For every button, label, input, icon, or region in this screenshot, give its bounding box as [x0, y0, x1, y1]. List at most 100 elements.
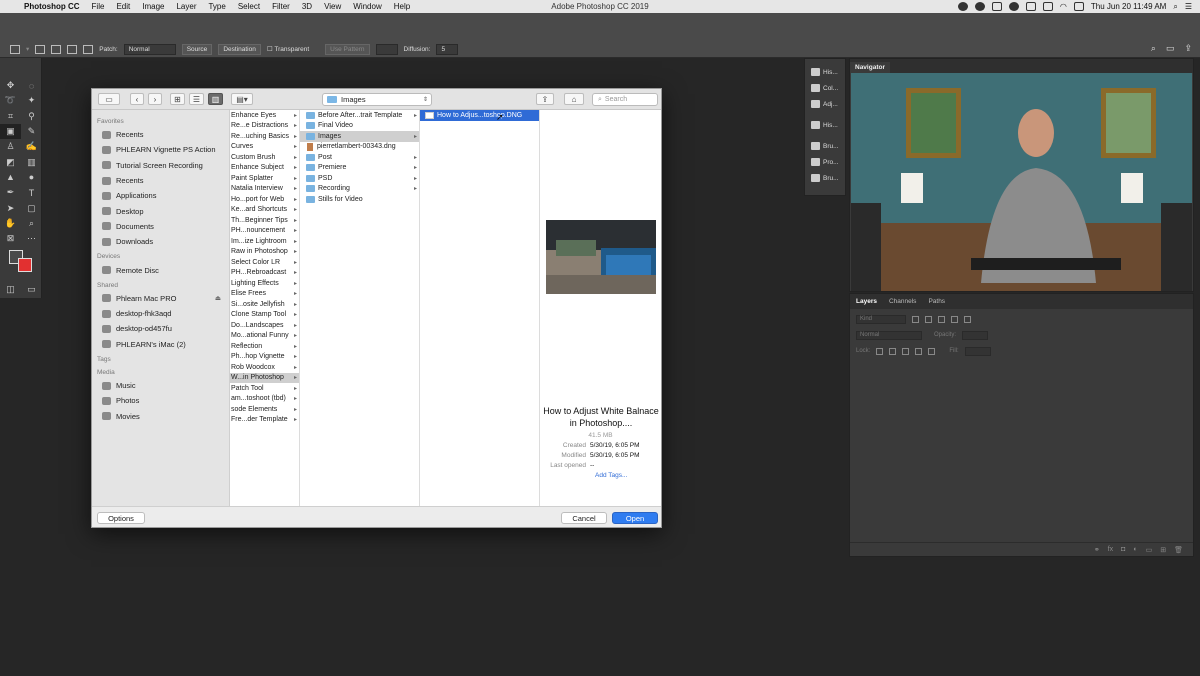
blend-mode-select[interactable]: Normal [856, 330, 922, 340]
file-row[interactable]: pierretlambert-00343.dng [300, 142, 419, 153]
patch-mode-select[interactable]: Normal [123, 43, 176, 55]
fill-field[interactable] [964, 346, 991, 356]
folder-row[interactable]: Re...uching Basics ▸ [230, 131, 299, 142]
move-tool-icon[interactable]: ✥ [0, 78, 21, 93]
spotlight-icon[interactable]: ⌕ [1173, 2, 1177, 12]
lasso-tool-icon[interactable]: ➰ [0, 93, 21, 108]
menu-image[interactable]: Image [136, 2, 170, 11]
folder-row[interactable]: am...toshoot (tbd) ▸ [230, 394, 299, 405]
tool-preset-icon[interactable] [10, 44, 20, 54]
filter-pixel-icon[interactable] [912, 315, 919, 323]
new-group-icon[interactable]: ▭ [1146, 546, 1153, 554]
search-icon[interactable]: ⌕ [1151, 43, 1156, 54]
use-pattern-button[interactable]: Use Pattern [325, 43, 370, 55]
quick-mask-icon[interactable]: ◫ [0, 282, 21, 297]
folder-row[interactable]: PSD ▸ [300, 173, 419, 184]
folder-row[interactable]: Stills for Video [300, 194, 419, 205]
dock-item-brush[interactable]: Bru... [805, 138, 845, 154]
dodge-tool-icon[interactable]: ● [21, 170, 42, 185]
folder-row[interactable]: Elise Frees ▸ [230, 289, 299, 300]
folder-row[interactable]: Before After...trait Template ▸ [300, 110, 419, 121]
menu-view[interactable]: View [318, 2, 347, 11]
type-tool-icon[interactable]: T [21, 185, 42, 200]
folder-row[interactable]: Post ▸ [300, 152, 419, 163]
folder-row[interactable]: Ke...ard Shortcuts ▸ [230, 205, 299, 216]
tab-navigator[interactable]: Navigator [850, 62, 890, 73]
eject-icon[interactable]: ⏏ [215, 294, 221, 302]
link-layers-icon[interactable]: ⚭ [1094, 546, 1100, 554]
layer-style-icon[interactable]: fx [1108, 546, 1113, 553]
folder-row[interactable]: Enhance Eyes ▸ [230, 110, 299, 121]
sidebar-item-recents-2[interactable]: Recents [92, 173, 229, 188]
folder-row[interactable]: Clone Stamp Tool ▸ [230, 310, 299, 321]
menu-filter[interactable]: Filter [266, 2, 296, 11]
adjustment-layer-icon[interactable]: ◐ [1133, 546, 1137, 553]
share-icon[interactable]: ⇪ [1184, 43, 1192, 54]
folder-row[interactable]: Custom Brush ▸ [230, 152, 299, 163]
zoom-tool-icon[interactable]: ⌕ [21, 216, 42, 231]
clock[interactable]: Thu Jun 20 11:49 AM [1091, 2, 1166, 11]
selection-add-icon[interactable] [51, 44, 62, 54]
tab-channels[interactable]: Channels [889, 298, 916, 305]
selection-new-icon[interactable] [35, 44, 46, 54]
sidebar-item-applications[interactable]: Applications [92, 188, 229, 203]
gallery-view-button[interactable]: ▤▾ [231, 93, 253, 105]
menu-select[interactable]: Select [232, 2, 266, 11]
sidebar-item-desktop-fhk3aqd[interactable]: desktop-fhk3aqd [92, 306, 229, 321]
tab-paths[interactable]: Paths [928, 298, 945, 305]
clone-stamp-tool-icon[interactable]: ♙ [0, 139, 21, 154]
folder-row[interactable]: Rob Woodcox ▸ [230, 362, 299, 373]
dock-item-histogram[interactable]: His... [805, 117, 845, 133]
folder-row[interactable]: Do...Landscapes ▸ [230, 320, 299, 331]
folder-row[interactable]: PH...nouncement ▸ [230, 226, 299, 237]
folder-row[interactable]: sode Elements ▸ [230, 404, 299, 415]
quick-select-tool-icon[interactable]: ✦ [21, 93, 42, 108]
dock-item-properties[interactable]: Pro... [805, 154, 845, 170]
folder-row[interactable]: Raw in Photoshop ▸ [230, 247, 299, 258]
filter-type-icon[interactable] [938, 315, 945, 323]
brush-tool-icon[interactable]: ✎ [21, 124, 42, 139]
add-mask-icon[interactable]: ◘ [1121, 546, 1125, 553]
screen-record-icon[interactable] [974, 2, 985, 11]
menu-photoshop[interactable]: Photoshop CC [18, 2, 86, 11]
screen-mode-icon[interactable]: ▭ [21, 282, 42, 297]
destination-button[interactable]: Destination [218, 43, 261, 55]
open-button[interactable]: Open [612, 512, 658, 524]
list-view-button[interactable]: ☰ [189, 93, 204, 105]
notification-center-icon[interactable]: ☰ [1185, 2, 1192, 11]
filter-shape-icon[interactable] [951, 315, 958, 323]
eraser-tool-icon[interactable]: ◩ [0, 154, 21, 169]
sidebar-item-phlearn-vignette[interactable]: PHLEARN Vignette PS Action [92, 142, 229, 157]
lock-transparent-icon[interactable] [876, 347, 884, 355]
blur-tool-icon[interactable]: ▲ [0, 170, 21, 185]
menu-type[interactable]: Type [202, 2, 231, 11]
tab-layers[interactable]: Layers [856, 298, 877, 305]
sidebar-toggle-icon[interactable]: ▭ [98, 93, 120, 105]
sidebar-item-remote-disc[interactable]: Remote Disc [92, 262, 229, 277]
path-select-tool-icon[interactable]: ➤ [0, 200, 21, 215]
navigator-thumbnail[interactable] [851, 73, 1192, 291]
sidebar-item-music[interactable]: Music [92, 378, 229, 393]
folder-row[interactable]: Th...Beginner Tips ▸ [230, 215, 299, 226]
lock-all-icon[interactable] [928, 347, 936, 355]
file-row-selected[interactable]: How to Adjus...toshop.DNG ➚ [420, 110, 539, 122]
location-popup[interactable]: Images ⇕ [322, 93, 432, 106]
layer-kind-filter[interactable]: Kind [856, 314, 906, 324]
back-button[interactable]: ‹ [130, 93, 144, 105]
selection-subtract-icon[interactable] [67, 44, 78, 54]
folder-row[interactable]: Final Video [300, 121, 419, 132]
source-button[interactable]: Source [181, 43, 213, 55]
menu-file[interactable]: File [86, 2, 111, 11]
lock-artboard-icon[interactable] [915, 347, 923, 355]
edit-toolbar-icon[interactable]: ⊠ [0, 231, 21, 246]
lock-position-icon[interactable] [902, 347, 910, 355]
folder-row[interactable]: Enhance Subject ▸ [230, 163, 299, 174]
search-field[interactable]: ⌕ Search [592, 93, 658, 106]
folder-row[interactable]: Re...e Distractions ▸ [230, 121, 299, 132]
folder-row[interactable]: Lighting Effects ▸ [230, 278, 299, 289]
tag-button[interactable]: ⌂ [564, 93, 584, 105]
folder-row[interactable]: Fre...der Template ▸ [230, 415, 299, 426]
dock-item-history[interactable]: His... [805, 64, 845, 80]
sidebar-item-desktop[interactable]: Desktop [92, 203, 229, 218]
folder-row[interactable]: Im...ize Lightroom ▸ [230, 236, 299, 247]
